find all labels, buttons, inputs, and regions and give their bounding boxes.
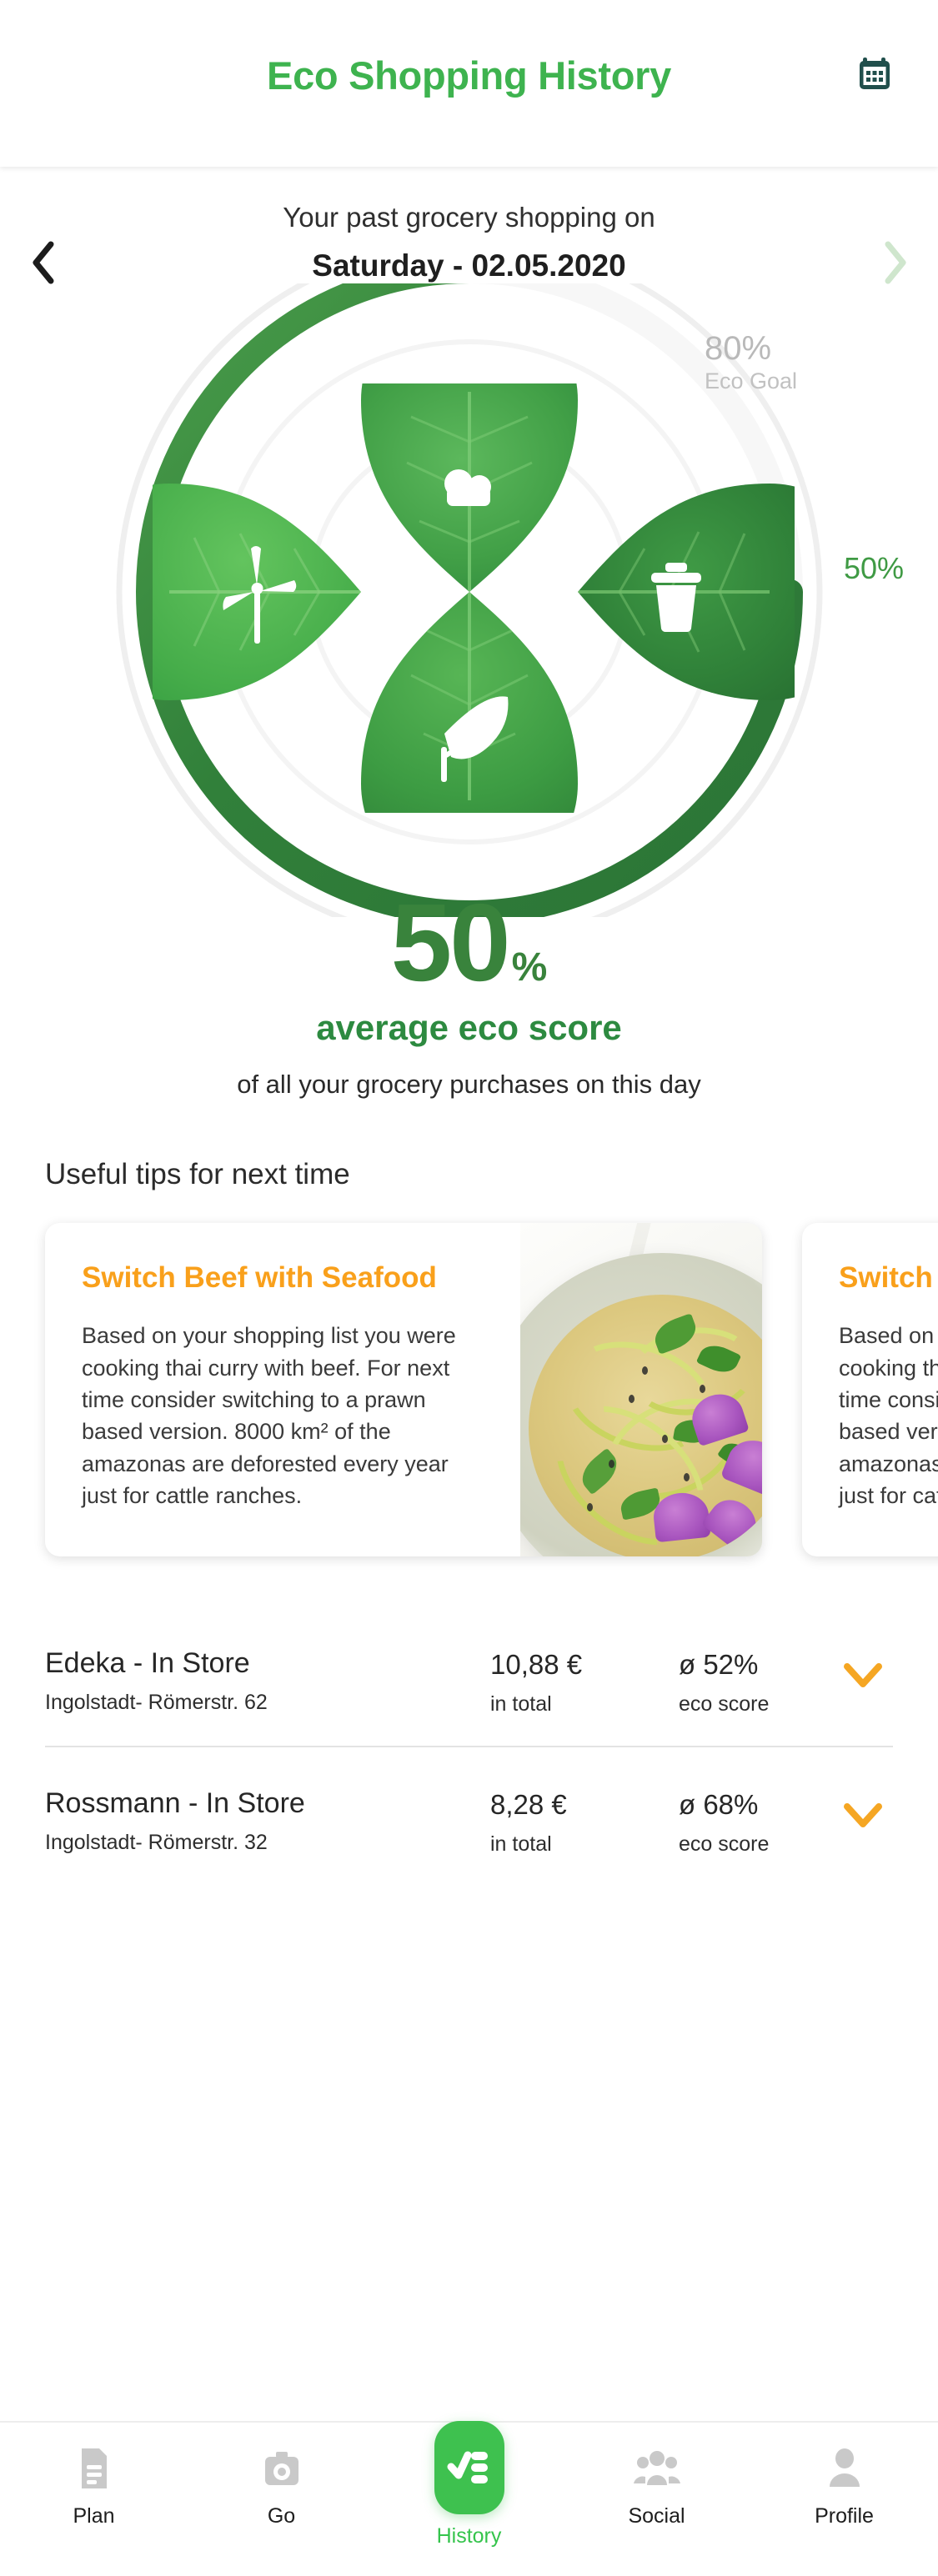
chevron-down-icon xyxy=(842,1802,884,1834)
person-icon xyxy=(825,2443,864,2494)
table-row[interactable]: Rossmann - In Store Ingolstadt- Römerstr… xyxy=(45,1746,893,1871)
eco-goal-text: Eco Goal xyxy=(705,368,798,393)
eco-goal-percent: 80% xyxy=(705,330,772,367)
store-total-label: in total xyxy=(490,1832,552,1857)
table-row[interactable]: Edeka - In Store Ingolstadt- Römerstr. 6… xyxy=(45,1622,893,1746)
eco-score-gauge: 80% Eco Goal 50% xyxy=(0,283,938,917)
chevron-right-icon xyxy=(877,239,910,290)
score-value: 50 xyxy=(390,881,511,1004)
petal-left[interactable] xyxy=(152,479,378,709)
petal-bottom[interactable] xyxy=(353,584,594,813)
tips-heading: Useful tips for next time xyxy=(45,1158,350,1191)
store-name: Edeka - In Store xyxy=(45,1647,250,1680)
nav-item-social[interactable]: Social xyxy=(563,2443,750,2528)
calendar-button[interactable] xyxy=(853,48,906,102)
nav-label: Go xyxy=(267,2504,296,2528)
store-address: Ingolstadt- Römerstr. 62 xyxy=(45,1691,268,1715)
store-eco-score: ø 68% xyxy=(679,1789,759,1821)
chevron-down-icon xyxy=(842,1661,884,1694)
store-eco-score-label: eco score xyxy=(679,1692,770,1716)
store-name: Rossmann - In Store xyxy=(45,1787,305,1820)
store-address: Ingolstadt- Römerstr. 32 xyxy=(45,1831,268,1855)
score-unit: % xyxy=(511,945,548,990)
tip-title: Switch Beef with Seafood xyxy=(82,1261,437,1295)
store-total: 8,28 € xyxy=(490,1789,567,1821)
tips-section: Useful tips for next time Switch Beef wi… xyxy=(0,1158,938,1571)
nav-label: History xyxy=(436,2524,502,2548)
petal-right[interactable] xyxy=(561,479,795,709)
thai-noodle-soup-photo xyxy=(520,1223,762,1557)
nav-item-plan[interactable]: Plan xyxy=(0,2443,188,2528)
page-title: Eco Shopping History xyxy=(267,53,671,98)
tip-card[interactable]: Switch Beef with Seafood Based on your s… xyxy=(45,1223,762,1557)
eco-goal-label: 80% Eco Goal xyxy=(705,332,797,393)
checklist-icon xyxy=(434,2421,504,2514)
petal-top[interactable] xyxy=(353,383,594,600)
nav-item-history[interactable]: History xyxy=(375,2421,563,2548)
date-subtitle: Your past grocery shopping on xyxy=(283,202,655,233)
nav-label: Plan xyxy=(73,2504,115,2528)
average-score-block: 50 % average eco score of all your groce… xyxy=(0,881,938,1100)
tip-body: Based on your shopping list you were coo… xyxy=(839,1323,938,1509)
store-list: Edeka - In Store Ingolstadt- Römerstr. 6… xyxy=(0,1622,938,1871)
nav-label: Profile xyxy=(815,2504,874,2528)
nav-item-go[interactable]: Go xyxy=(188,2443,375,2528)
chevron-left-icon xyxy=(28,239,61,290)
nav-label: Social xyxy=(628,2504,685,2528)
tip-text-column: Switch Beef with Seafood Based on your s… xyxy=(802,1223,938,1556)
tip-title: Switch Beef with Seafood xyxy=(839,1261,938,1295)
people-icon xyxy=(633,2443,681,2494)
store-total: 10,88 € xyxy=(490,1649,583,1681)
score-value-row: 50 % xyxy=(0,881,938,1004)
calendar-icon xyxy=(856,50,903,101)
document-icon xyxy=(75,2443,113,2494)
tip-card[interactable]: Switch Beef with Seafood Based on your s… xyxy=(802,1223,938,1557)
selected-date: Saturday - 02.05.2020 xyxy=(312,248,626,283)
camera-icon xyxy=(261,2443,303,2494)
bottom-navigation: Plan Go History Social Profile xyxy=(0,2421,938,2576)
nav-item-profile[interactable]: Profile xyxy=(750,2443,938,2528)
store-eco-score: ø 52% xyxy=(679,1649,759,1681)
expand-store-button[interactable] xyxy=(838,1792,888,1842)
tip-body: Based on your shopping list you were coo… xyxy=(82,1323,456,1509)
store-total-label: in total xyxy=(490,1692,552,1716)
score-label: average eco score xyxy=(316,1008,622,1048)
store-eco-score-label: eco score xyxy=(679,1832,770,1857)
tips-carousel[interactable]: Switch Beef with Seafood Based on your s… xyxy=(0,1216,938,1571)
tip-text-column: Switch Beef with Seafood Based on your s… xyxy=(45,1223,520,1556)
score-sublabel: of all your grocery purchases on this da… xyxy=(237,1070,701,1100)
date-navigation: Your past grocery shopping on Saturday -… xyxy=(0,167,938,300)
current-score-arc-label: 50% xyxy=(844,551,905,585)
expand-store-button[interactable] xyxy=(838,1652,888,1702)
app-header: Eco Shopping History xyxy=(0,0,938,167)
